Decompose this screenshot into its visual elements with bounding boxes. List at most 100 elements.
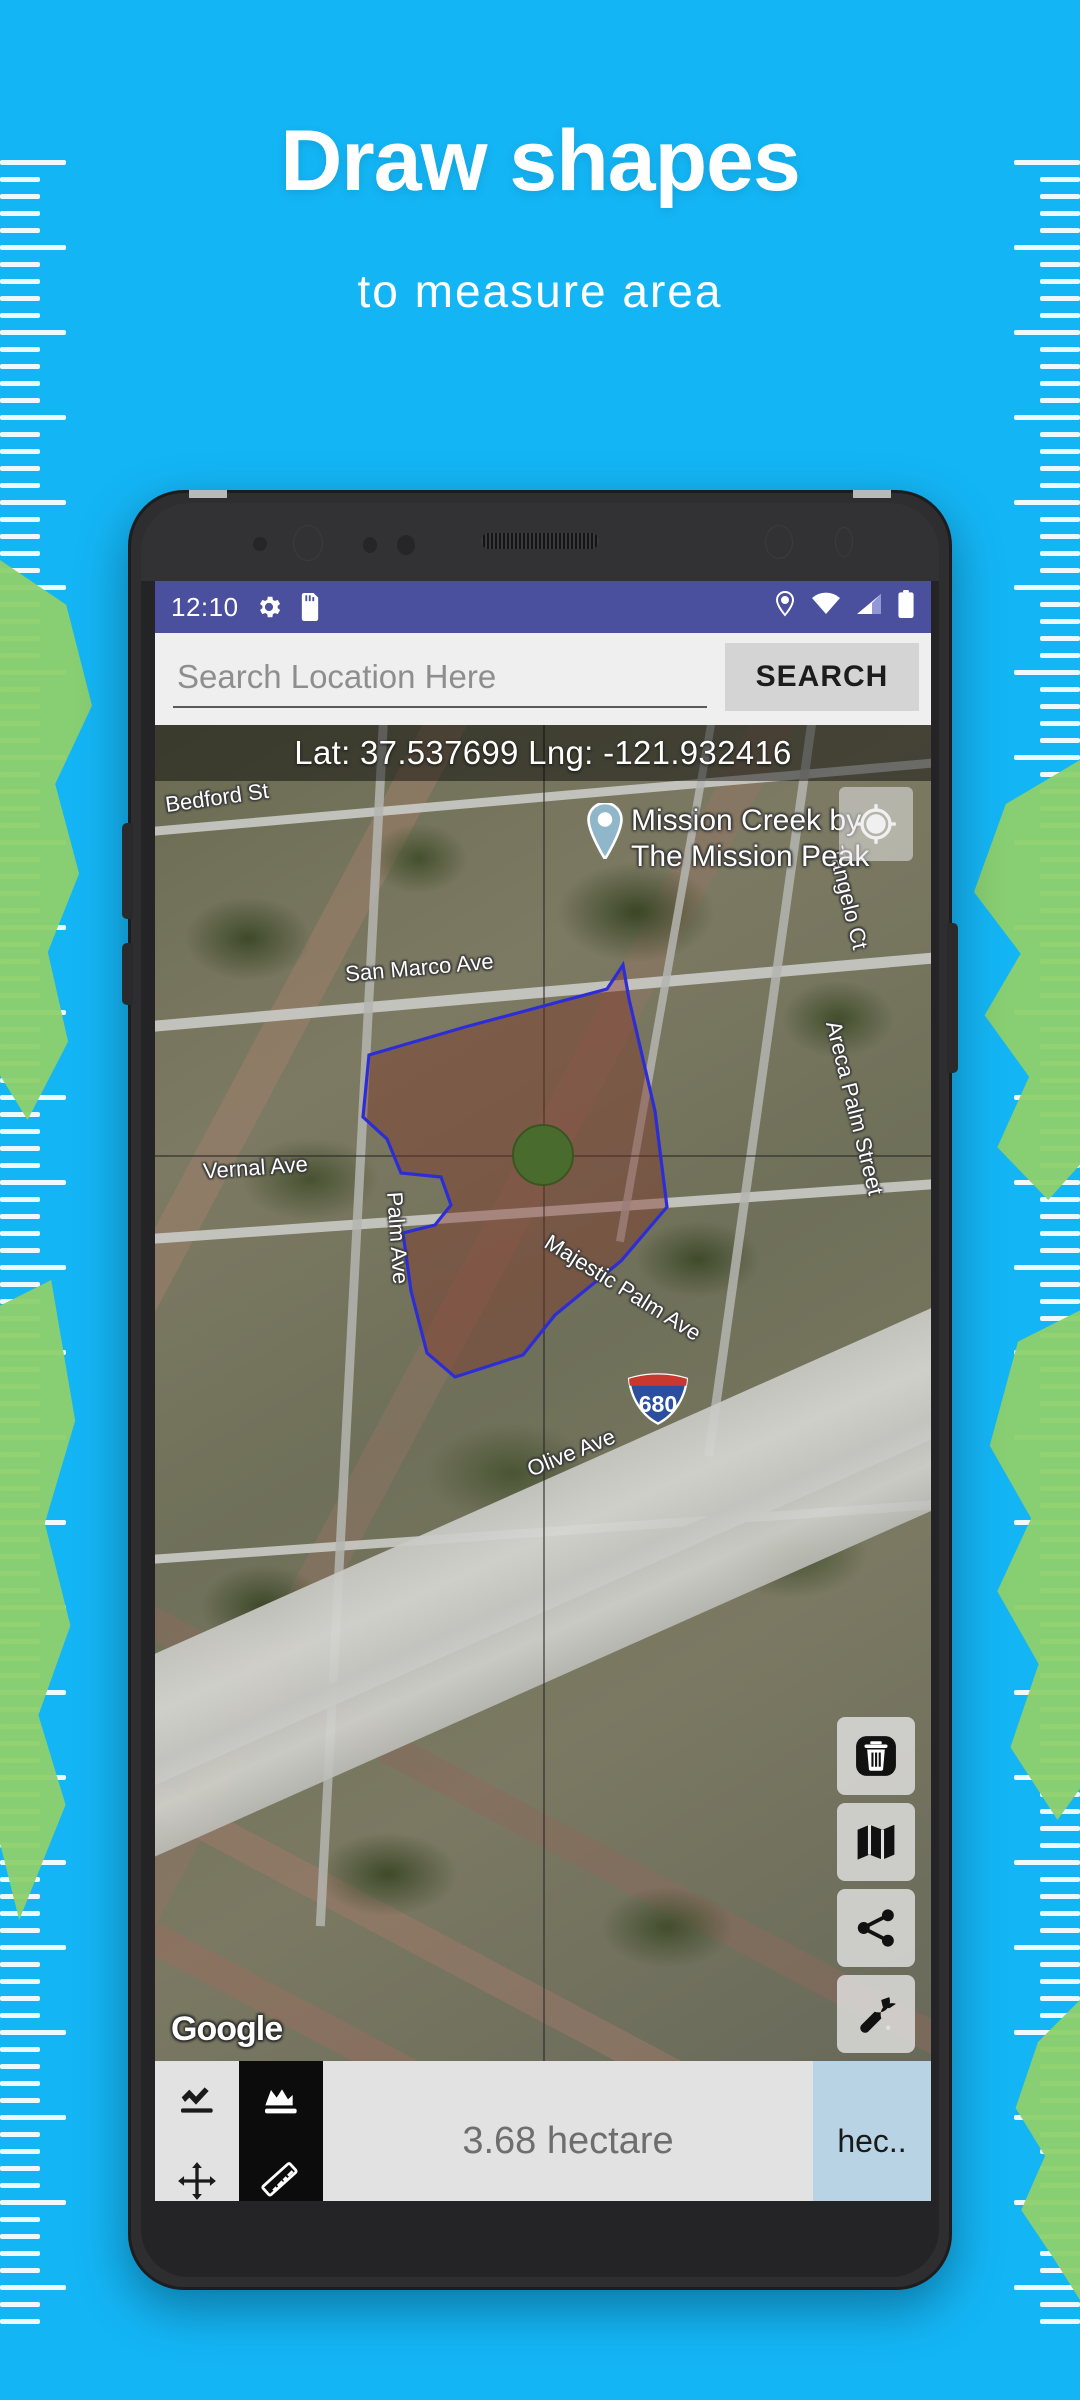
ruler-tick: [0, 432, 40, 437]
search-button[interactable]: SEARCH: [725, 643, 919, 711]
ruler-tick: [0, 245, 66, 250]
ruler-tick: [0, 449, 40, 454]
ruler-tick: [1014, 755, 1080, 760]
map-view[interactable]: Lat: 37.537699 Lng: -121.932416 Mission …: [155, 725, 931, 2061]
polygon-tool[interactable]: [239, 2061, 323, 2141]
battery-icon: [897, 589, 915, 625]
sensor-ring-2: [835, 527, 853, 557]
ruler-tick: [0, 2064, 40, 2069]
ruler-tool[interactable]: [239, 2141, 323, 2201]
ruler-tick: [0, 2047, 40, 2052]
ruler-tick: [0, 330, 66, 335]
interstate-shield-680: 680: [627, 1373, 689, 1425]
ruler-tick: [1040, 1962, 1080, 1967]
ruler-tick: [0, 2183, 40, 2188]
ruler-tick: [0, 2319, 40, 2324]
ruler-tick: [1040, 636, 1080, 641]
ruler-tick: [1040, 228, 1080, 233]
ruler-tick: [0, 1163, 40, 1168]
ruler-tick: [0, 1248, 40, 1253]
ruler-tick: [0, 2217, 40, 2222]
power-button[interactable]: [122, 823, 133, 919]
polygon-center-marker[interactable]: [512, 1124, 574, 1186]
ruler-tick: [1040, 466, 1080, 471]
sensor-dot-2: [363, 537, 377, 553]
search-input-container: [155, 633, 725, 725]
ruler-tick: [1040, 704, 1080, 709]
volume-rocker[interactable]: [947, 923, 958, 1073]
promo-title: Draw shapes: [280, 113, 801, 209]
ruler-tick: [1014, 245, 1080, 250]
ruler-tick: [1040, 551, 1080, 556]
trash-icon: [856, 1736, 896, 1776]
polyline-tool[interactable]: [155, 2061, 239, 2141]
ruler-tick: [0, 1996, 40, 2001]
ruler-tick: [0, 1265, 66, 1270]
ruler-tick: [1014, 585, 1080, 590]
tool-column-light: [155, 2061, 239, 2201]
ruler-tick: [1014, 500, 1080, 505]
polyline-icon: [181, 2087, 213, 2113]
search-input[interactable]: [173, 650, 707, 708]
google-attribution: Google: [171, 2010, 283, 2048]
ruler-tick: [1040, 1979, 1080, 1984]
ruler-tick: [1040, 1996, 1080, 2001]
move-tool[interactable]: [155, 2141, 239, 2201]
layers-button[interactable]: [837, 1803, 915, 1881]
ruler-tick: [0, 2132, 40, 2137]
ruler-tick: [0, 347, 40, 352]
ruler-tick: [0, 483, 40, 488]
antenna-line-right: [853, 490, 891, 498]
ruler-decoration-left: [0, 0, 105, 2400]
ruler-tick: [0, 1180, 66, 1185]
settings-button[interactable]: [837, 1975, 915, 2053]
bixby-button[interactable]: [122, 943, 133, 1005]
ruler-tick: [0, 415, 66, 420]
ruler-tick: [0, 1112, 40, 1117]
wifi-icon: [811, 592, 841, 623]
my-location-button[interactable]: [839, 787, 913, 861]
ruler-tick: [1040, 1877, 1080, 1882]
ruler-tick: [0, 2098, 40, 2103]
poi-label: Mission Creek by The Mission Peak: [631, 803, 869, 875]
tool-column-dark: [239, 2061, 323, 2201]
measurement-readout: 3.68 hectare: [323, 2061, 813, 2201]
ruler-tick: [1040, 534, 1080, 539]
move-icon: [178, 2162, 216, 2200]
delete-button[interactable]: [837, 1717, 915, 1795]
sensor-dot-3: [397, 535, 415, 555]
ruler-tick: [1040, 738, 1080, 743]
ruler-tick: [1014, 1265, 1080, 1270]
map-action-rail: [837, 1717, 915, 2053]
front-camera-icon: [293, 525, 323, 561]
ruler-tick: [1040, 568, 1080, 573]
ruler-tick: [1014, 670, 1080, 675]
unit-selector[interactable]: hec..: [813, 2061, 931, 2201]
ruler-tick: [1040, 1299, 1080, 1304]
ruler-tick: [1014, 415, 1080, 420]
ruler-tick: [0, 211, 40, 216]
ruler-tick: [0, 551, 40, 556]
phone-mockup: 12:10 Search Location Here SEARCH Lat: 3…: [122, 490, 958, 2290]
status-time: 12:10: [171, 591, 239, 622]
ruler-tick: [0, 1129, 40, 1134]
ruler-tick: [0, 2030, 66, 2035]
ruler-tick: [1040, 1214, 1080, 1219]
ruler-tick: [1040, 1826, 1080, 1831]
earpiece-speaker: [481, 533, 599, 549]
ruler-tick: [1040, 1843, 1080, 1848]
measured-polygon[interactable]: [155, 725, 931, 2061]
ruler-tick: [1014, 330, 1080, 335]
ruler-tick: [1040, 687, 1080, 692]
polygon-icon: [265, 2089, 297, 2114]
poi-marker-group[interactable]: Mission Creek by The Mission Peak: [585, 803, 869, 875]
sd-card-icon: [299, 593, 321, 621]
map-icon: [857, 1824, 895, 1860]
ruler-tick: [0, 2285, 66, 2290]
share-button[interactable]: [837, 1889, 915, 1967]
status-bar-right-icons: [773, 589, 915, 625]
ruler-tick: [0, 2081, 40, 2086]
ruler-tick: [1040, 653, 1080, 658]
ruler-tick: [0, 466, 40, 471]
shield-number: 680: [639, 1391, 678, 1417]
